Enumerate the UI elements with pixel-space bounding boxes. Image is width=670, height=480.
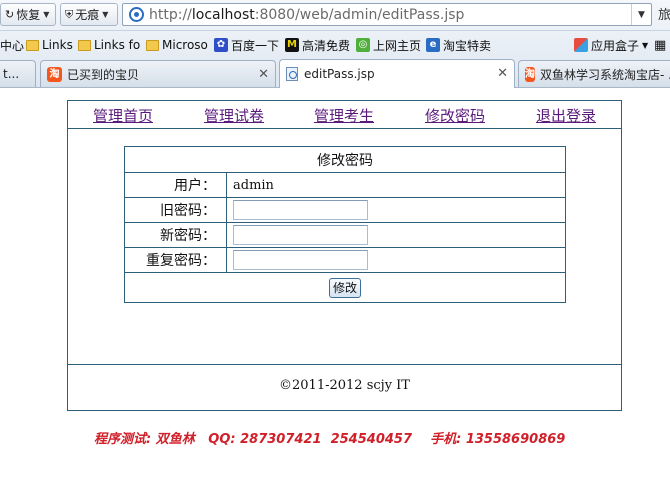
close-tab-icon[interactable]: ✕ [497, 66, 508, 81]
folder-icon [146, 39, 159, 51]
page-content: 管理首页 管理试卷 管理考生 修改密码 退出登录 修改密码 用户： admin … [0, 89, 670, 480]
page-globe-icon [129, 7, 144, 22]
old-password-field[interactable] [233, 200, 368, 220]
url-prefix: http:// [149, 6, 192, 23]
bookmarks-bar: 中心 Links Links fo Microso ✿ 百度一下 M 高清免费 … [0, 30, 670, 58]
nav-link-manage-students[interactable]: 管理考生 [314, 105, 374, 126]
grid-icon: ▦ [654, 37, 667, 53]
submit-row: 修改 [124, 272, 566, 303]
new-password-field[interactable] [233, 225, 368, 245]
tester-contact-note: 程序测试: 双鱼林 QQ: 287307421 254540457 手机: 13… [94, 432, 566, 447]
globe-icon: ◎ [356, 38, 370, 52]
bookmark-label: Microso [162, 38, 208, 52]
incognito-icon: ⛨ [65, 7, 74, 21]
taobao-icon: 淘 [47, 66, 62, 82]
restore-icon: ↻ [5, 8, 15, 21]
tab-bought-items[interactable]: 淘 已买到的宝贝 ✕ [40, 60, 276, 87]
m-logo-icon: M [285, 38, 299, 52]
bookmark-home-page[interactable]: ◎ 上网主页 [356, 36, 421, 54]
bookmark-app-box[interactable]: 应用盒子 ▼ [574, 36, 648, 54]
address-dropdown-icon[interactable]: ▼ [631, 4, 651, 25]
top-nav: 管理首页 管理试卷 管理考生 修改密码 退出登录 [68, 101, 621, 129]
submit-button[interactable]: 修改 [328, 277, 361, 298]
tab-strip: t... 淘 已买到的宝贝 ✕ editPass.jsp ✕ 淘 双鱼林学习系统… [0, 58, 670, 88]
repeat-password-field[interactable] [233, 250, 368, 270]
nav-link-admin-home[interactable]: 管理首页 [93, 105, 153, 126]
page-icon [286, 67, 298, 81]
folder-icon [26, 39, 39, 51]
new-password-label: 新密码： [124, 222, 227, 248]
app-box-icon [574, 38, 588, 52]
bookmark-label: Links fo [94, 38, 141, 52]
ie-page-icon: e [426, 38, 440, 52]
bookmark-taobao-sale[interactable]: e 淘宝特卖 [426, 36, 491, 54]
address-bar[interactable]: http://localhost:8080/web/admin/editPass… [122, 3, 652, 26]
restore-button[interactable]: ↻ 恢复 ▼ [0, 3, 56, 26]
bookmark-label: Links [42, 38, 73, 52]
bookmark-folder-links-for[interactable]: Links fo [78, 36, 140, 54]
tab-label: 双鱼林学习系统淘宝店- ... [540, 67, 670, 82]
chevron-down-icon: ▼ [102, 10, 109, 19]
nav-link-logout[interactable]: 退出登录 [536, 105, 596, 126]
url-path: :8080/web/admin/editPass.jsp [254, 6, 465, 23]
bookmark-folder-microsoft[interactable]: Microso [146, 36, 208, 54]
tab-label: t... [3, 67, 20, 81]
tab-label: 已买到的宝贝 [67, 67, 140, 82]
nav-link-manage-papers[interactable]: 管理试卷 [204, 105, 264, 126]
tab-item[interactable]: t... [0, 60, 36, 87]
nav-link-change-password[interactable]: 修改密码 [425, 105, 485, 126]
bookmark-label: 高清免费 [302, 38, 351, 53]
baidu-paw-icon: ✿ [214, 38, 228, 52]
bookmark-hd-free[interactable]: M 高清免费 [285, 36, 350, 54]
browser-toolbar: ↻ 恢复 ▼ ⛨ 无痕 ▼ http://localhost:8080/web/… [0, 0, 670, 30]
bookmark-baidu[interactable]: ✿ 百度一下 [214, 36, 279, 54]
chevron-down-icon: ▼ [43, 10, 50, 19]
footer-divider [68, 364, 621, 365]
chevron-down-icon: ▼ [642, 40, 649, 50]
browser-chrome: ↻ 恢复 ▼ ⛨ 无痕 ▼ http://localhost:8080/web/… [0, 0, 670, 88]
bookmark-folder-links[interactable]: Links [26, 36, 73, 54]
user-value: admin [226, 172, 566, 198]
copyright-text: ©2011-2012 scjy IT [279, 378, 410, 393]
repeat-password-label: 重复密码： [124, 247, 227, 273]
form-title: 修改密码 [124, 146, 566, 173]
bookmark-label: 上网主页 [373, 38, 422, 53]
old-password-label: 旧密码： [124, 197, 227, 223]
bookmark-grid-button[interactable]: ▦ [654, 36, 666, 54]
restore-label: 恢复 [16, 8, 41, 22]
refresh-icon[interactable]: 旅 [658, 4, 670, 23]
tab-edit-pass[interactable]: editPass.jsp ✕ [279, 59, 515, 88]
no-trace-label: 无痕 [75, 8, 100, 22]
bookmark-label: 百度一下 [231, 38, 280, 53]
folder-icon [78, 39, 91, 51]
user-label: 用户： [124, 172, 227, 198]
admin-frame: 管理首页 管理试卷 管理考生 修改密码 退出登录 修改密码 用户： admin … [67, 100, 622, 411]
url-host: localhost [191, 6, 255, 23]
tab-shuangyulin-store[interactable]: 淘 双鱼林学习系统淘宝店- ... [518, 60, 670, 87]
tab-label: editPass.jsp [304, 67, 375, 81]
change-password-form: 修改密码 用户： admin 旧密码： 新密码： 重复密码： 修改 [124, 146, 566, 303]
bookmark-label: 中心 [0, 38, 25, 53]
close-tab-icon[interactable]: ✕ [258, 67, 269, 82]
no-trace-button[interactable]: ⛨ 无痕 ▼ [60, 3, 118, 26]
bookmark-item[interactable]: 中心 [0, 36, 24, 54]
taobao-icon: 淘 [525, 66, 535, 82]
bookmark-label: 淘宝特卖 [443, 38, 492, 53]
bookmark-label: 应用盒子 [591, 38, 640, 53]
